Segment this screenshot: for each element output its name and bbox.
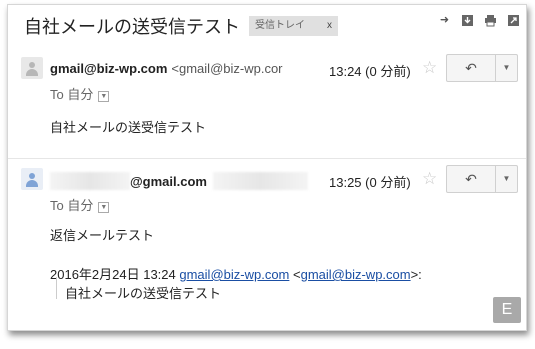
thread-toolbar: ➜ xyxy=(438,14,520,27)
sender-address: <gmail@biz-wp.cor xyxy=(171,61,283,76)
reply-button-group: ↶ ▼ xyxy=(446,165,518,193)
remove-label-button[interactable]: x xyxy=(327,20,332,31)
recipient-label: To 自分 xyxy=(50,198,94,213)
quoted-text: 自社メールの送受信テスト xyxy=(65,286,222,301)
avatar xyxy=(21,168,43,190)
label-text: 受信トレイ xyxy=(255,20,305,31)
download-icon[interactable] xyxy=(461,14,474,27)
chevron-down-icon[interactable]: ▼ xyxy=(496,55,517,81)
subject-bar: 自社メールの送受信テスト 受信トレイ x ➜ xyxy=(8,5,526,45)
sender-name[interactable]: gmail@biz-wp.com xyxy=(50,61,167,76)
show-details-icon[interactable]: ▼ xyxy=(98,91,110,102)
quote-header: 2016年2月24日 13:24 gmail@biz-wp.com <gmail… xyxy=(50,264,422,283)
quote-link-sender[interactable]: gmail@biz-wp.com xyxy=(179,267,289,282)
email-window: 自社メールの送受信テスト 受信トレイ x ➜ gmail@biz-wp.com <g… xyxy=(7,4,527,331)
redacted-address xyxy=(212,172,308,190)
quote-bar xyxy=(56,277,57,299)
quote-date: 2016年2月24日 13:24 xyxy=(50,267,180,282)
quote-link-address[interactable]: gmail@biz-wp.com xyxy=(301,267,411,282)
thread-subject: 自社メールの送受信テスト xyxy=(24,17,240,37)
star-icon[interactable]: ☆ xyxy=(422,58,437,78)
reply-button-group: ↶ ▼ xyxy=(446,54,518,82)
message-time: 13:25 (0 分前) xyxy=(329,175,411,190)
recipient-label: To 自分 xyxy=(50,87,94,102)
inbox-label-chip[interactable]: 受信トレイ x xyxy=(249,16,338,36)
new-window-icon[interactable] xyxy=(507,14,520,27)
recipient-line: To 自分 ▼ xyxy=(50,195,110,214)
sender-line: @gmail.com xyxy=(50,172,308,190)
chevron-down-icon[interactable]: ▼ xyxy=(496,166,517,192)
message-time: 13:24 (0 分前) xyxy=(329,64,411,79)
forward-all-icon[interactable]: ➜ xyxy=(438,14,451,27)
message-body: 返信メールテスト xyxy=(50,228,155,243)
avatar xyxy=(21,57,43,79)
star-icon[interactable]: ☆ xyxy=(422,169,437,189)
sender-name[interactable]: @gmail.com xyxy=(130,174,207,189)
redacted-sender xyxy=(50,172,130,190)
extension-badge[interactable]: E xyxy=(493,297,521,323)
sender-line: gmail@biz-wp.com <gmail@biz-wp.cor xyxy=(50,61,283,76)
recipient-line: To 自分 ▼ xyxy=(50,84,110,103)
message-body: 自社メールの送受信テスト xyxy=(50,120,207,135)
message-divider xyxy=(8,158,526,159)
print-icon[interactable] xyxy=(484,14,497,27)
quote-separator: < xyxy=(289,267,301,282)
show-details-icon[interactable]: ▼ xyxy=(98,202,110,213)
reply-icon[interactable]: ↶ xyxy=(447,166,496,192)
reply-icon[interactable]: ↶ xyxy=(447,55,496,81)
quote-suffix: >: xyxy=(410,267,422,282)
